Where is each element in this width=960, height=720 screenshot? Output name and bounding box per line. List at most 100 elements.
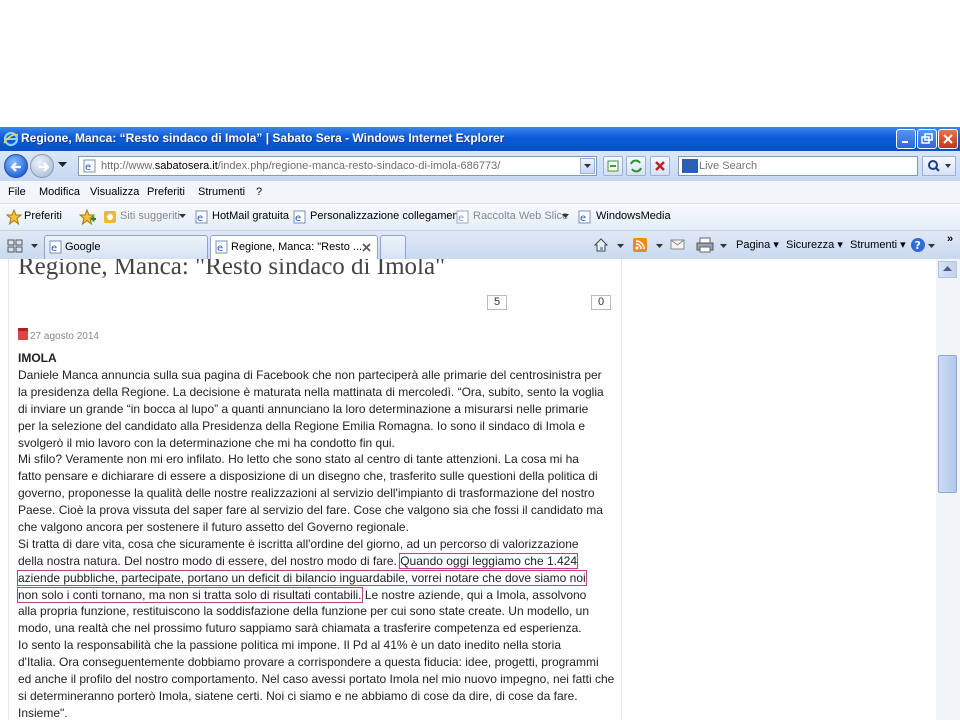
recent-pages-dropdown-icon[interactable] xyxy=(58,162,67,168)
article-text: Daniele Manca annuncia sulla sua pagina … xyxy=(18,368,602,382)
address-dropdown-button[interactable] xyxy=(580,158,595,174)
article-text: della nostra natura. Del nostro modo di … xyxy=(18,553,401,568)
address-bar[interactable]: e http://www.sabatosera.it/index.php/reg… xyxy=(78,156,597,176)
mail-icon[interactable] xyxy=(670,239,686,251)
menu-help[interactable]: ? xyxy=(256,186,262,198)
new-tab-button[interactable] xyxy=(380,235,406,259)
chevron-down-icon[interactable] xyxy=(617,244,624,249)
fav-windowsmedia[interactable]: WindowsMedia xyxy=(596,210,671,222)
page-menu[interactable]: Pagina ▾ xyxy=(736,238,779,251)
article-text: Io sento la responsabilità che la passio… xyxy=(18,638,561,653)
chevron-down-icon[interactable] xyxy=(562,214,569,219)
menu-bar: File Modifica Visualizza Preferiti Strum… xyxy=(0,181,960,204)
article-line: governo, proponesse la qualità delle nos… xyxy=(18,485,618,502)
window-title: Regione, Manca: “Resto sindaco di Imola”… xyxy=(21,131,505,145)
close-window-button[interactable] xyxy=(938,129,958,149)
article-text: di inviare un grande “in bocca al lupo” … xyxy=(18,401,589,416)
chevron-down-icon[interactable] xyxy=(928,244,935,249)
highlighted-text: Quando oggi leggiamo che 1.424 xyxy=(399,552,579,569)
chevron-down-icon[interactable] xyxy=(656,244,663,249)
article-line: aziende pubbliche, partecipate, portano … xyxy=(17,569,618,587)
article: Regione, Manca: "Resto sindaco di Imola"… xyxy=(8,259,622,720)
page-icon: e xyxy=(83,159,96,173)
article-line: che valgono ancora per sostenere il futu… xyxy=(18,519,618,536)
search-box xyxy=(678,156,918,176)
fav-raccolta-web-slice[interactable]: Raccolta Web Slice xyxy=(473,210,568,222)
refresh-button[interactable] xyxy=(626,156,646,176)
back-arrow-icon xyxy=(10,162,21,172)
svg-text:e: e xyxy=(51,243,57,254)
favorites-button[interactable]: Preferiti xyxy=(24,210,62,222)
minimize-icon xyxy=(902,141,908,143)
quick-tabs-icon[interactable] xyxy=(7,239,23,253)
article-text: alla propria funzione, restituiscono la … xyxy=(18,604,590,619)
ie-page-icon: e xyxy=(195,210,208,224)
restore-button[interactable] xyxy=(917,129,937,149)
scroll-up-button[interactable] xyxy=(938,261,957,278)
menu-visualizza[interactable]: Visualizza xyxy=(90,186,139,198)
add-favorites-icon[interactable] xyxy=(79,209,97,225)
print-icon[interactable] xyxy=(696,237,714,253)
article-text: d'Italia. Ora conseguentemente dobbiamo … xyxy=(18,655,599,670)
article-text: fatto pensare e dichiarare di essere a d… xyxy=(18,469,598,484)
article-line: ed anche il profilo del nostro comportam… xyxy=(18,671,618,688)
article-text: ed anche il profilo del nostro comportam… xyxy=(18,672,615,687)
page-content: Regione, Manca: "Resto sindaco di Imola"… xyxy=(0,259,960,720)
rss-feed-icon[interactable] xyxy=(633,238,647,252)
minimize-button[interactable] xyxy=(896,129,916,149)
menu-preferiti[interactable]: Preferiti xyxy=(147,186,185,198)
chevron-down-icon[interactable] xyxy=(179,214,186,219)
scrollbar-thumb[interactable] xyxy=(938,355,957,493)
fav-personalizzazione[interactable]: Personalizzazione collegamenti xyxy=(310,210,464,222)
article-text: Paese. Cioè la prova vissuta del saper f… xyxy=(18,503,603,518)
tab-regione-manca[interactable]: e Regione, Manca: "Resto ... xyxy=(210,235,378,259)
article-text: Insieme". xyxy=(18,705,68,720)
search-icon xyxy=(928,160,951,172)
back-button[interactable] xyxy=(4,154,28,178)
article-line: Mi sfilo? Veramente non mi ero infilato.… xyxy=(18,451,618,468)
forward-button[interactable] xyxy=(30,154,54,178)
help-icon[interactable]: ? xyxy=(910,237,926,253)
article-line: della nostra natura. Del nostro modo di … xyxy=(18,552,618,570)
article-line: Si tratta di dare vita, cosa che sicuram… xyxy=(18,536,618,553)
favorites-star-icon xyxy=(6,209,22,225)
vertical-scrollbar[interactable] xyxy=(936,259,960,720)
refresh-icon xyxy=(630,159,642,173)
share-counter-1[interactable]: 5 xyxy=(487,295,507,310)
ie-window: Regione, Manca: “Resto sindaco di Imola”… xyxy=(0,127,960,720)
article-line: la presidenza della Regione. La decision… xyxy=(18,384,618,401)
chevron-down-icon xyxy=(584,164,591,168)
highlighted-text: aziende pubbliche, partecipate, portano … xyxy=(17,569,587,586)
tab-google[interactable]: e Google xyxy=(44,235,208,259)
article-text: Mi sfilo? Veramente non mi ero infilato.… xyxy=(18,452,579,467)
search-input[interactable] xyxy=(699,158,909,174)
tab-row: e Google e Regione, Manca: "Resto ... Pa… xyxy=(0,231,960,260)
close-tab-icon[interactable] xyxy=(362,243,371,252)
more-commands-icon[interactable]: » xyxy=(947,233,953,245)
home-icon[interactable] xyxy=(593,237,609,253)
fav-siti-suggeriti[interactable]: Siti suggeriti xyxy=(120,210,180,222)
title-bar: Regione, Manca: “Resto sindaco di Imola”… xyxy=(0,127,960,151)
article-date: 27 agosto 2014 xyxy=(18,328,99,342)
svg-text:e: e xyxy=(458,213,464,224)
highlighted-text: non solo i conti tornano, ma non si trat… xyxy=(17,586,363,603)
menu-strumenti[interactable]: Strumenti xyxy=(198,186,245,198)
address-url: http://www.sabatosera.it/index.php/regio… xyxy=(101,160,501,172)
menu-modifica[interactable]: Modifica xyxy=(39,186,80,198)
share-counter-2[interactable]: 0 xyxy=(591,295,611,310)
svg-text:?: ? xyxy=(915,239,921,252)
menu-file[interactable]: File xyxy=(8,186,26,198)
svg-text:e: e xyxy=(295,213,301,224)
chevron-down-icon[interactable] xyxy=(720,244,727,249)
compatibility-view-button[interactable] xyxy=(603,156,623,176)
live-search-icon xyxy=(682,159,698,173)
favorites-bar: Preferiti Siti suggeriti e HotMail gratu… xyxy=(0,204,960,231)
tools-menu[interactable]: Strumenti ▾ xyxy=(850,238,906,251)
safety-menu[interactable]: Sicurezza ▾ xyxy=(786,238,843,251)
fav-hotmail[interactable]: HotMail gratuita xyxy=(212,210,289,222)
article-text: che valgono ancora per sostenere il futu… xyxy=(18,520,409,535)
search-button[interactable] xyxy=(922,156,956,176)
tab-list-dropdown-icon[interactable] xyxy=(31,244,38,249)
stop-button[interactable] xyxy=(650,156,670,176)
article-line: fatto pensare e dichiarare di essere a d… xyxy=(18,468,618,485)
